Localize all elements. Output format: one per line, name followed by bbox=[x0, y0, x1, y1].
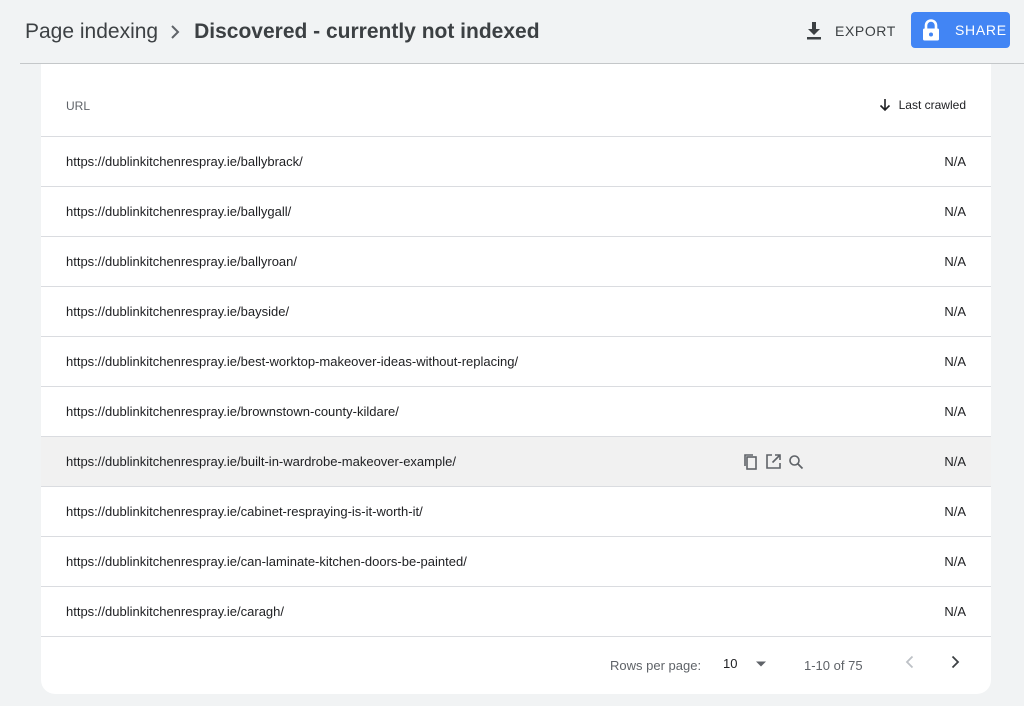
lock-icon bbox=[921, 19, 941, 41]
row-last-crawled: N/A bbox=[944, 254, 966, 269]
export-label: EXPORT bbox=[835, 23, 896, 39]
pagination-range: 1-10 of 75 bbox=[804, 658, 863, 673]
row-last-crawled: N/A bbox=[944, 604, 966, 619]
breadcrumb: Page indexing Discovered - currently not… bbox=[25, 18, 540, 46]
row-url: https://dublinkitchenrespray.ie/ballygal… bbox=[66, 204, 292, 219]
rows-per-page-select[interactable]: 10 bbox=[723, 656, 767, 671]
row-url: https://dublinkitchenrespray.ie/brownsto… bbox=[66, 404, 399, 419]
row-last-crawled: N/A bbox=[944, 504, 966, 519]
share-button[interactable]: SHARE bbox=[911, 12, 1010, 48]
rows-per-page-label: Rows per page: bbox=[610, 658, 702, 673]
row-last-crawled: N/A bbox=[944, 354, 966, 369]
page-title: Discovered - currently not indexed bbox=[194, 20, 540, 43]
column-header-last-crawled[interactable]: Last crawled bbox=[879, 98, 966, 112]
row-url: https://dublinkitchenrespray.ie/built-in… bbox=[66, 454, 456, 469]
top-bar: Page indexing Discovered - currently not… bbox=[0, 0, 1024, 64]
table-header: URL Last crawled bbox=[41, 64, 991, 137]
download-icon bbox=[805, 21, 823, 41]
row-last-crawled: N/A bbox=[944, 404, 966, 419]
row-url: https://dublinkitchenrespray.ie/bayside/ bbox=[66, 304, 290, 319]
table-row-hovered[interactable]: https://dublinkitchenrespray.ie/built-in… bbox=[41, 437, 991, 487]
row-url: https://dublinkitchenrespray.ie/ballyroa… bbox=[66, 254, 297, 269]
chevron-right-icon bbox=[170, 24, 180, 40]
export-button[interactable]: EXPORT bbox=[805, 18, 896, 44]
row-last-crawled: N/A bbox=[944, 554, 966, 569]
row-last-crawled: N/A bbox=[944, 454, 966, 469]
table-row[interactable]: https://dublinkitchenrespray.ie/bayside/… bbox=[41, 287, 991, 337]
pagination-bar: Rows per page: 10 1-10 of 75 bbox=[41, 636, 991, 694]
row-url: https://dublinkitchenrespray.ie/ballybra… bbox=[66, 154, 303, 169]
previous-page-chevron-left-icon[interactable] bbox=[902, 654, 918, 670]
table-row[interactable]: https://dublinkitchenrespray.ie/best-wor… bbox=[41, 337, 991, 387]
row-last-crawled: N/A bbox=[944, 154, 966, 169]
row-last-crawled: N/A bbox=[944, 304, 966, 319]
table-row[interactable]: https://dublinkitchenrespray.ie/ballygal… bbox=[41, 187, 991, 237]
arrow-down-icon bbox=[879, 99, 890, 112]
share-label: SHARE bbox=[955, 22, 1007, 38]
next-page-chevron-right-icon[interactable] bbox=[947, 654, 963, 670]
copy-icon[interactable] bbox=[742, 453, 759, 471]
row-url: https://dublinkitchenrespray.ie/best-wor… bbox=[66, 354, 519, 369]
rows-per-page-value: 10 bbox=[723, 656, 738, 671]
results-table-card: URL Last crawled https://dublinkitchenre… bbox=[41, 64, 991, 694]
inspect-url-search-icon[interactable] bbox=[788, 454, 804, 470]
row-last-crawled: N/A bbox=[944, 204, 966, 219]
column-header-last-crawled-label: Last crawled bbox=[898, 98, 966, 112]
row-url: https://dublinkitchenrespray.ie/caragh/ bbox=[66, 604, 284, 619]
table-row[interactable]: https://dublinkitchenrespray.ie/can-lami… bbox=[41, 537, 991, 587]
table-row[interactable]: https://dublinkitchenrespray.ie/ballyroa… bbox=[41, 237, 991, 287]
open-in-new-icon[interactable] bbox=[765, 453, 782, 470]
table-row[interactable]: https://dublinkitchenrespray.ie/ballybra… bbox=[41, 137, 991, 187]
breadcrumb-parent[interactable]: Page indexing bbox=[25, 20, 158, 44]
row-actions bbox=[742, 453, 810, 471]
row-url: https://dublinkitchenrespray.ie/cabinet-… bbox=[66, 504, 423, 519]
row-url: https://dublinkitchenrespray.ie/can-lami… bbox=[66, 554, 467, 569]
table-row[interactable]: https://dublinkitchenrespray.ie/caragh/ … bbox=[41, 587, 991, 637]
table-row[interactable]: https://dublinkitchenrespray.ie/cabinet-… bbox=[41, 487, 991, 537]
table-row[interactable]: https://dublinkitchenrespray.ie/brownsto… bbox=[41, 387, 991, 437]
dropdown-arrow-icon bbox=[756, 661, 767, 666]
column-header-url: URL bbox=[66, 99, 91, 113]
